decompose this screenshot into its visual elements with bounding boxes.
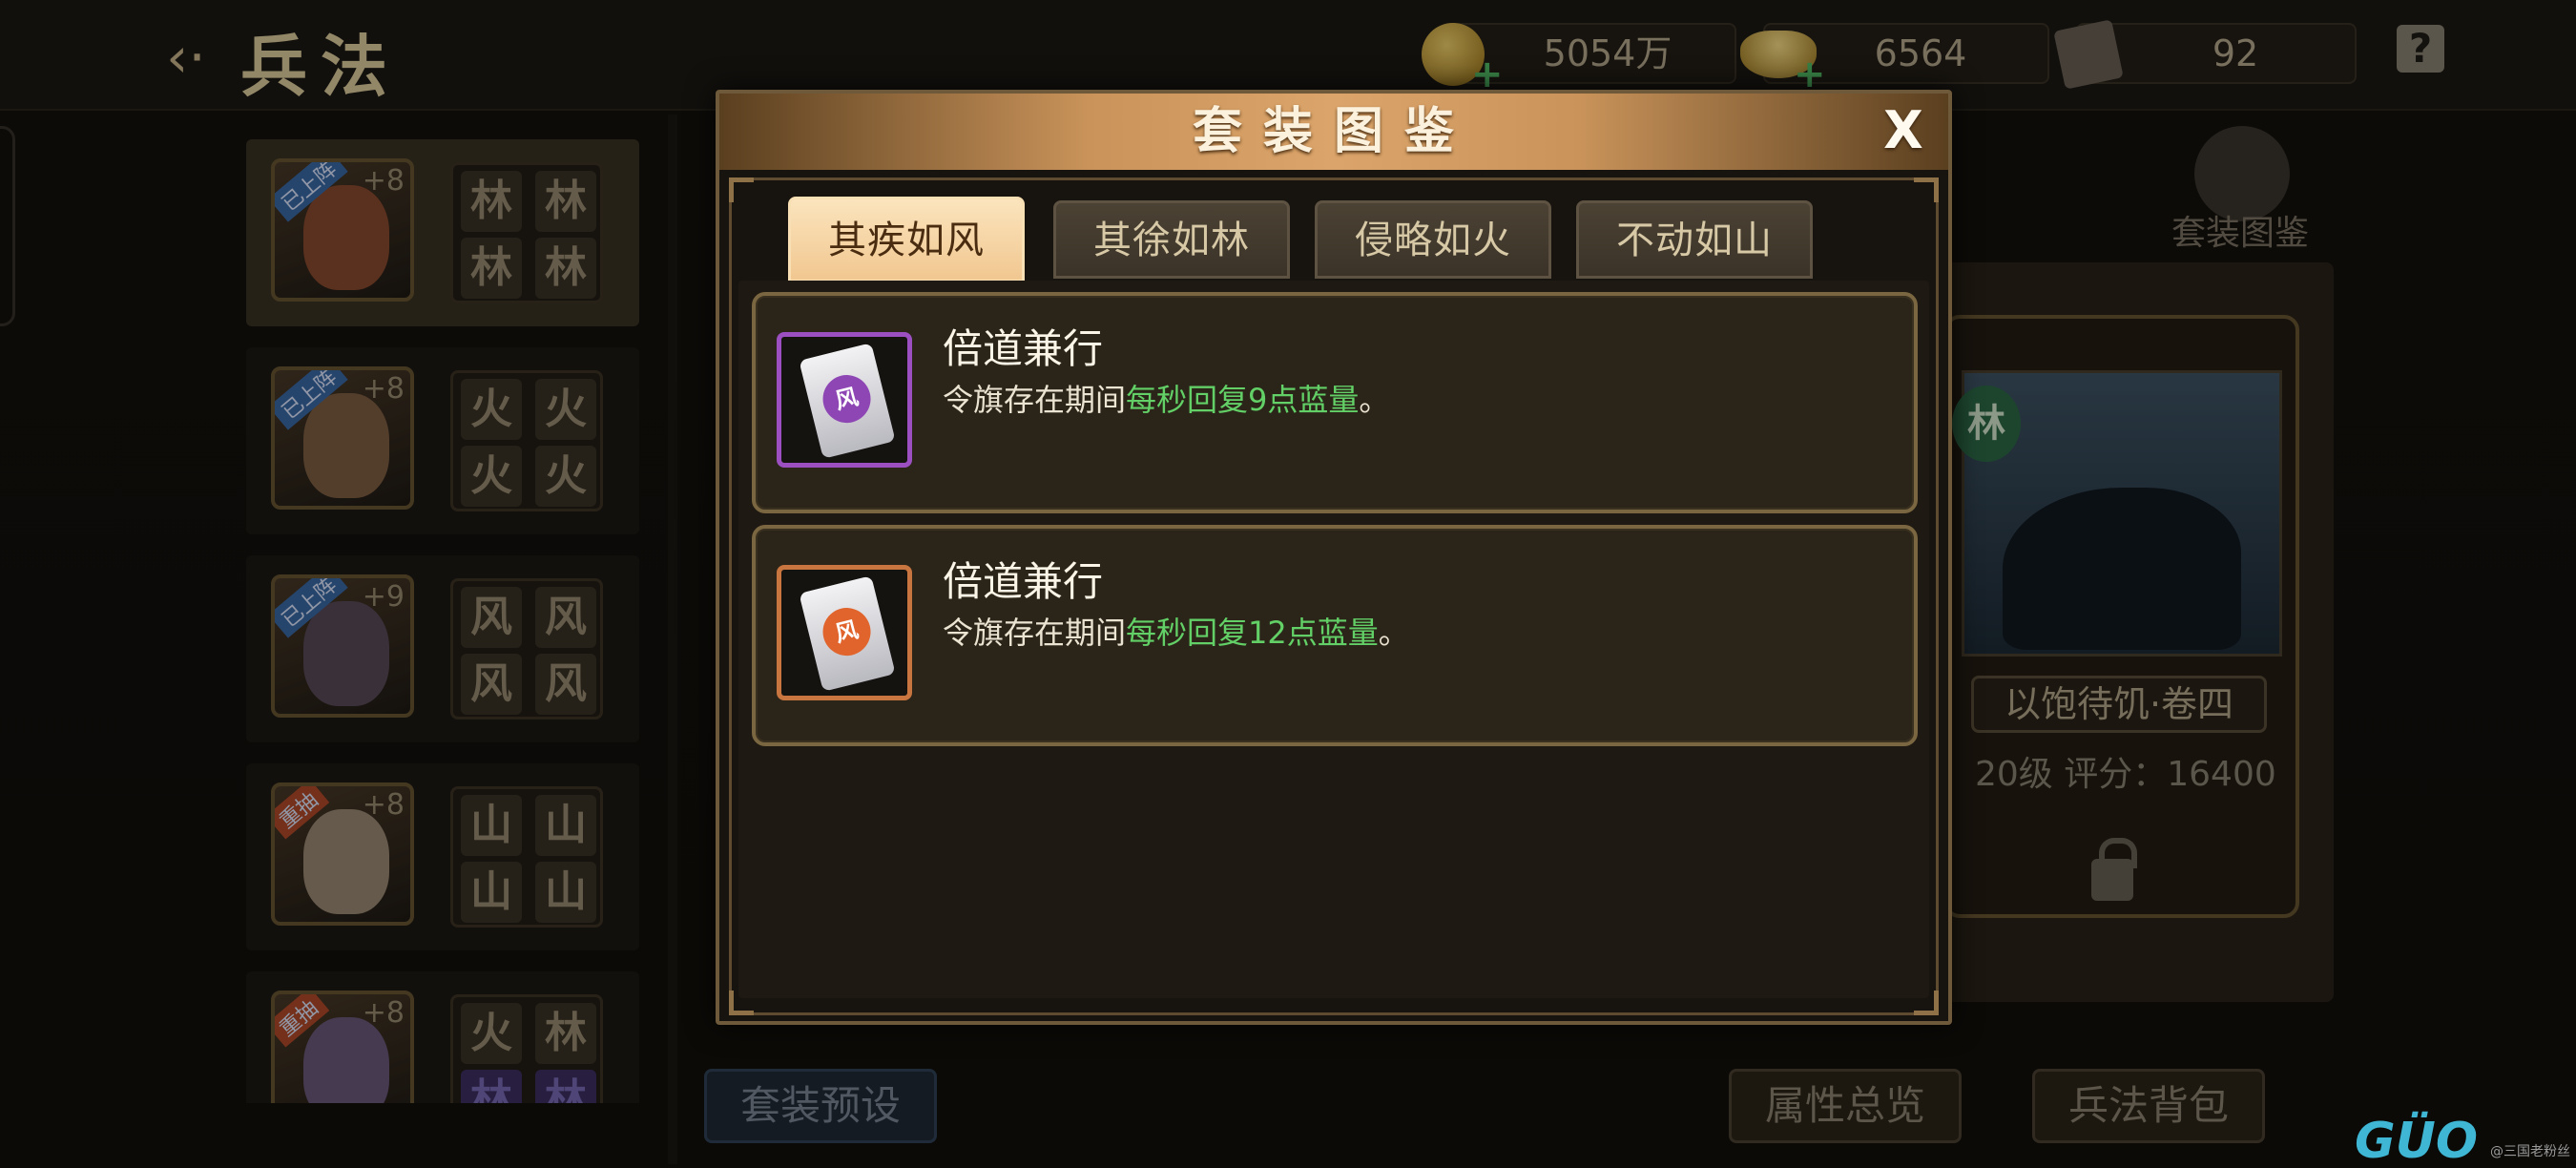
desc-highlight: 每秒回复12点蓝量 [1126,615,1379,651]
watermark-logo: GÜO [2355,1113,2479,1168]
effect-name: 倍道兼行 [943,558,1104,605]
tab-qixurulin[interactable]: 其徐如林 [1053,200,1290,279]
frame-corner [729,177,754,202]
effect-description: 令旗存在期间每秒回复9点蓝量。 [943,376,1389,420]
effect-description: 令旗存在期间每秒回复12点蓝量。 [943,609,1409,653]
desc-prefix: 令旗存在期间 [943,382,1127,418]
desc-suffix: 。 [1359,382,1390,418]
wind-emblem-icon: 风 [818,369,876,428]
wind-emblem-icon: 风 [818,602,876,661]
desc-suffix: 。 [1378,615,1409,651]
list-item: 风 倍道兼行 令旗存在期间每秒回复9点蓝量。 [752,292,1918,513]
effect-name: 倍道兼行 [943,325,1104,372]
tactic-card-icon: 风 [777,332,912,468]
list-item: 风 倍道兼行 令旗存在期间每秒回复12点蓝量。 [752,525,1918,746]
card-shape: 风 [799,575,896,692]
tactic-card-icon: 风 [777,565,912,700]
tab-qinlueruhuo[interactable]: 侵略如火 [1315,200,1551,279]
close-button[interactable]: X [1872,99,1935,162]
tab-qijirufeng[interactable]: 其疾如风 [788,197,1025,282]
tab-budongrushan[interactable]: 不动如山 [1576,200,1813,279]
card-shape: 风 [799,343,896,459]
watermark-text: @三国老粉丝 [2490,1144,2570,1159]
dialog-title: 套装图鉴 [1192,102,1475,160]
frame-corner [1914,177,1939,202]
set-effects-list: 风 倍道兼行 令旗存在期间每秒回复9点蓝量。 风 倍道兼行 令旗存在期间每秒回复… [738,281,1929,998]
desc-prefix: 令旗存在期间 [943,615,1127,651]
desc-highlight: 每秒回复9点蓝量 [1126,382,1360,418]
set-atlas-dialog: 套装图鉴 X 其疾如风 其徐如林 侵略如火 不动如山 风 倍道兼行 令旗存在期间… [716,90,1952,1025]
